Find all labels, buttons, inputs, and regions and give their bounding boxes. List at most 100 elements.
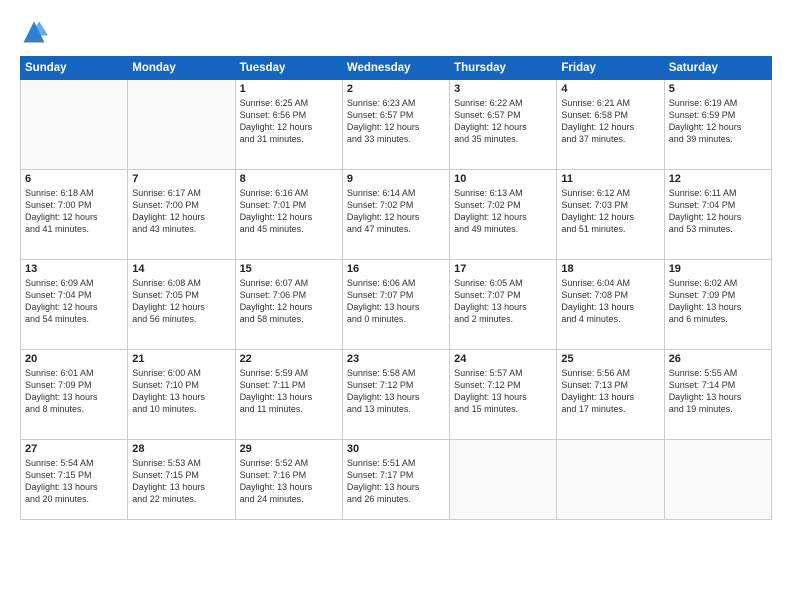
- calendar-cell: [21, 80, 128, 170]
- calendar-cell: 25 Sunrise: 5:56 AM Sunset: 7:13 PM Dayli…: [557, 350, 664, 440]
- calendar-cell: 5 Sunrise: 6:19 AM Sunset: 6:59 PM Daylig…: [664, 80, 771, 170]
- calendar-cell: 3 Sunrise: 6:22 AM Sunset: 6:57 PM Daylig…: [450, 80, 557, 170]
- day-info: Sunrise: 6:09 AM Sunset: 7:04 PM Dayligh…: [25, 277, 123, 326]
- day-number: 10: [454, 173, 552, 185]
- day-number: 29: [240, 443, 338, 455]
- calendar-cell: 6 Sunrise: 6:18 AM Sunset: 7:00 PM Daylig…: [21, 170, 128, 260]
- calendar-cell: 12 Sunrise: 6:11 AM Sunset: 7:04 PM Dayli…: [664, 170, 771, 260]
- day-number: 19: [669, 263, 767, 275]
- day-info: Sunrise: 6:12 AM Sunset: 7:03 PM Dayligh…: [561, 187, 659, 236]
- day-number: 13: [25, 263, 123, 275]
- day-info: Sunrise: 6:08 AM Sunset: 7:05 PM Dayligh…: [132, 277, 230, 326]
- weekday-header: Wednesday: [342, 57, 449, 80]
- calendar-cell: 26 Sunrise: 5:55 AM Sunset: 7:14 PM Dayli…: [664, 350, 771, 440]
- day-number: 16: [347, 263, 445, 275]
- calendar-cell: 30Sunrise: 5:51 AM Sunset: 7:17 PM Dayli…: [342, 440, 449, 520]
- calendar-cell: 19 Sunrise: 6:02 AM Sunset: 7:09 PM Dayli…: [664, 260, 771, 350]
- day-number: 17: [454, 263, 552, 275]
- calendar-cell: 11 Sunrise: 6:12 AM Sunset: 7:03 PM Dayli…: [557, 170, 664, 260]
- calendar-cell: 15 Sunrise: 6:07 AM Sunset: 7:06 PM Dayli…: [235, 260, 342, 350]
- calendar-week-row: 20 Sunrise: 6:01 AM Sunset: 7:09 PM Dayli…: [21, 350, 772, 440]
- day-number: 4: [561, 83, 659, 95]
- day-info: Sunrise: 5:57 AM Sunset: 7:12 PM Dayligh…: [454, 367, 552, 416]
- calendar-cell: 7 Sunrise: 6:17 AM Sunset: 7:00 PM Daylig…: [128, 170, 235, 260]
- weekday-header: Saturday: [664, 57, 771, 80]
- calendar-cell: 13 Sunrise: 6:09 AM Sunset: 7:04 PM Dayli…: [21, 260, 128, 350]
- page: SundayMondayTuesdayWednesdayThursdayFrid…: [0, 0, 792, 612]
- day-info: Sunrise: 6:21 AM Sunset: 6:58 PM Dayligh…: [561, 97, 659, 146]
- calendar-cell: 29 Sunrise: 5:52 AM Sunset: 7:16 PM Dayli…: [235, 440, 342, 520]
- day-number: 21: [132, 353, 230, 365]
- day-number: 15: [240, 263, 338, 275]
- calendar-week-row: 13 Sunrise: 6:09 AM Sunset: 7:04 PM Dayli…: [21, 260, 772, 350]
- day-info: Sunrise: 6:06 AM Sunset: 7:07 PM Dayligh…: [347, 277, 445, 326]
- day-number: 14: [132, 263, 230, 275]
- header: [20, 18, 772, 46]
- weekday-header: Friday: [557, 57, 664, 80]
- day-info: Sunrise: 5:53 AM Sunset: 7:15 PM Dayligh…: [132, 457, 230, 506]
- day-number: 12: [669, 173, 767, 185]
- weekday-header-row: SundayMondayTuesdayWednesdayThursdayFrid…: [21, 57, 772, 80]
- calendar-cell: 1 Sunrise: 6:25 AM Sunset: 6:56 PM Daylig…: [235, 80, 342, 170]
- day-number: 24: [454, 353, 552, 365]
- day-info: Sunrise: 6:23 AM Sunset: 6:57 PM Dayligh…: [347, 97, 445, 146]
- calendar-cell: 14 Sunrise: 6:08 AM Sunset: 7:05 PM Dayli…: [128, 260, 235, 350]
- day-info: Sunrise: 6:13 AM Sunset: 7:02 PM Dayligh…: [454, 187, 552, 236]
- weekday-header: Monday: [128, 57, 235, 80]
- calendar-cell: 27 Sunrise: 5:54 AM Sunset: 7:15 PM Dayli…: [21, 440, 128, 520]
- day-info: Sunrise: 5:59 AM Sunset: 7:11 PM Dayligh…: [240, 367, 338, 416]
- calendar-week-row: 1 Sunrise: 6:25 AM Sunset: 6:56 PM Daylig…: [21, 80, 772, 170]
- day-info: Sunrise: 6:11 AM Sunset: 7:04 PM Dayligh…: [669, 187, 767, 236]
- weekday-header: Sunday: [21, 57, 128, 80]
- calendar-week-row: 27 Sunrise: 5:54 AM Sunset: 7:15 PM Dayli…: [21, 440, 772, 520]
- day-number: 3: [454, 83, 552, 95]
- day-info: Sunrise: 6:04 AM Sunset: 7:08 PM Dayligh…: [561, 277, 659, 326]
- day-number: 6: [25, 173, 123, 185]
- day-number: 26: [669, 353, 767, 365]
- calendar-cell: 4 Sunrise: 6:21 AM Sunset: 6:58 PM Daylig…: [557, 80, 664, 170]
- calendar-cell: 23Sunrise: 5:58 AM Sunset: 7:12 PM Dayli…: [342, 350, 449, 440]
- weekday-header: Tuesday: [235, 57, 342, 80]
- calendar-cell: 2 Sunrise: 6:23 AM Sunset: 6:57 PM Daylig…: [342, 80, 449, 170]
- calendar-cell: [664, 440, 771, 520]
- day-info: Sunrise: 6:02 AM Sunset: 7:09 PM Dayligh…: [669, 277, 767, 326]
- day-number: 9: [347, 173, 445, 185]
- day-number: 2: [347, 83, 445, 95]
- day-number: 20: [25, 353, 123, 365]
- calendar-cell: 28Sunrise: 5:53 AM Sunset: 7:15 PM Dayli…: [128, 440, 235, 520]
- day-info: Sunrise: 6:01 AM Sunset: 7:09 PM Dayligh…: [25, 367, 123, 416]
- day-info: Sunrise: 5:54 AM Sunset: 7:15 PM Dayligh…: [25, 457, 123, 506]
- calendar-week-row: 6 Sunrise: 6:18 AM Sunset: 7:00 PM Daylig…: [21, 170, 772, 260]
- day-number: 25: [561, 353, 659, 365]
- calendar-cell: 16 Sunrise: 6:06 AM Sunset: 7:07 PM Dayli…: [342, 260, 449, 350]
- day-info: Sunrise: 6:16 AM Sunset: 7:01 PM Dayligh…: [240, 187, 338, 236]
- calendar-cell: [557, 440, 664, 520]
- day-number: 27: [25, 443, 123, 455]
- day-info: Sunrise: 6:07 AM Sunset: 7:06 PM Dayligh…: [240, 277, 338, 326]
- day-number: 11: [561, 173, 659, 185]
- day-number: 7: [132, 173, 230, 185]
- day-info: Sunrise: 5:52 AM Sunset: 7:16 PM Dayligh…: [240, 457, 338, 506]
- day-info: Sunrise: 6:22 AM Sunset: 6:57 PM Dayligh…: [454, 97, 552, 146]
- logo: [20, 18, 52, 46]
- calendar-cell: 22 Sunrise: 5:59 AM Sunset: 7:11 PM Dayli…: [235, 350, 342, 440]
- day-number: 23: [347, 353, 445, 365]
- calendar-cell: 9Sunrise: 6:14 AM Sunset: 7:02 PM Daylig…: [342, 170, 449, 260]
- day-info: Sunrise: 6:18 AM Sunset: 7:00 PM Dayligh…: [25, 187, 123, 236]
- day-info: Sunrise: 6:17 AM Sunset: 7:00 PM Dayligh…: [132, 187, 230, 236]
- calendar-table: SundayMondayTuesdayWednesdayThursdayFrid…: [20, 56, 772, 520]
- day-number: 30: [347, 443, 445, 455]
- day-number: 5: [669, 83, 767, 95]
- day-info: Sunrise: 5:56 AM Sunset: 7:13 PM Dayligh…: [561, 367, 659, 416]
- day-number: 8: [240, 173, 338, 185]
- day-info: Sunrise: 6:25 AM Sunset: 6:56 PM Dayligh…: [240, 97, 338, 146]
- day-info: Sunrise: 6:19 AM Sunset: 6:59 PM Dayligh…: [669, 97, 767, 146]
- day-info: Sunrise: 5:55 AM Sunset: 7:14 PM Dayligh…: [669, 367, 767, 416]
- day-info: Sunrise: 6:00 AM Sunset: 7:10 PM Dayligh…: [132, 367, 230, 416]
- calendar-cell: [450, 440, 557, 520]
- calendar-cell: 10 Sunrise: 6:13 AM Sunset: 7:02 PM Dayli…: [450, 170, 557, 260]
- day-number: 1: [240, 83, 338, 95]
- calendar-cell: 21 Sunrise: 6:00 AM Sunset: 7:10 PM Dayli…: [128, 350, 235, 440]
- weekday-header: Thursday: [450, 57, 557, 80]
- day-number: 22: [240, 353, 338, 365]
